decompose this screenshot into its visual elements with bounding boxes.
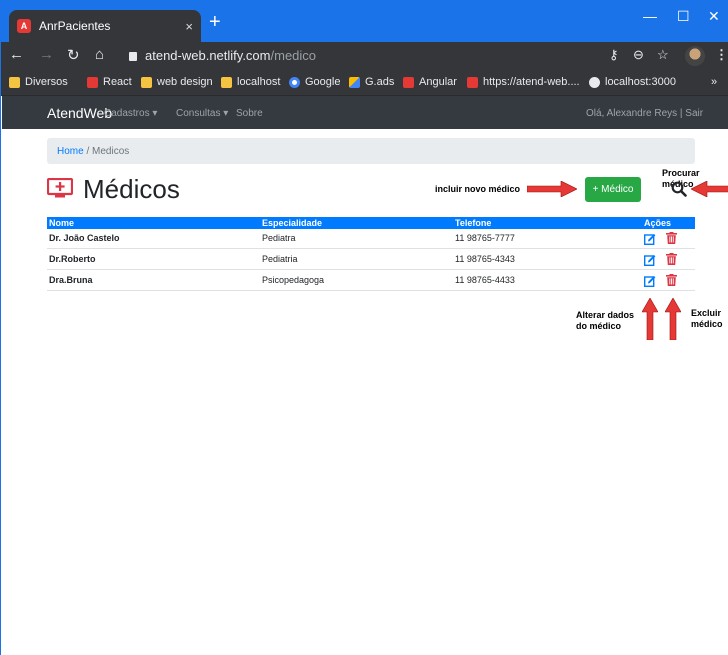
annotation-delete: Excluir médico (691, 308, 723, 329)
cell-telefone: 11 98765-4433 (455, 275, 515, 285)
lock-icon (129, 52, 137, 61)
edit-icon[interactable] (644, 254, 656, 266)
address-bar: ← → ↻ ⌂ atend-web.netlify.com/medico ⚷ ⊖… (1, 42, 728, 70)
bookmarks-bar: Diversos React web design localhost Goog… (1, 70, 728, 96)
angular-icon (467, 76, 478, 88)
bookmark-item[interactable]: React (87, 76, 132, 88)
annotation-add-new: incluir novo médico (435, 184, 521, 194)
nav-cadastros[interactable]: Cadastros ▾ (104, 108, 157, 119)
app-navbar: AtendWeb Cadastros ▾ Consultas ▾ Sobre O… (2, 96, 728, 129)
breadcrumb-separator: / (83, 146, 93, 157)
bookmark-item[interactable]: https://atend-web.... (467, 76, 580, 88)
arrow-right-icon (527, 181, 577, 197)
folder-icon (141, 76, 152, 88)
globe-icon (589, 76, 600, 88)
bookmark-item[interactable]: Diversos (9, 76, 68, 88)
breadcrumb-current: Medicos (92, 146, 130, 157)
annotation-edit: Alterar dados do médico (576, 310, 635, 331)
folder-icon (9, 76, 20, 88)
cell-telefone: 11 98765-4343 (455, 254, 515, 264)
tab-close-icon[interactable]: × (185, 19, 193, 34)
cell-nome: Dr.Roberto (49, 254, 96, 264)
bookmark-item[interactable]: G.ads (349, 76, 394, 88)
add-medico-button[interactable]: + Médico (585, 177, 641, 202)
cell-nome: Dr. João Castelo (49, 233, 120, 243)
angular-icon (403, 76, 414, 88)
bookmark-item[interactable]: localhost:3000 (589, 76, 676, 88)
menu-icon[interactable]: ⋮ (715, 47, 728, 63)
url-host: atend-web.netlify.com (145, 48, 271, 63)
close-window-icon[interactable]: ✕ (708, 8, 720, 25)
profile-avatar[interactable] (685, 46, 705, 66)
back-icon[interactable]: ← (9, 46, 24, 63)
arrow-up-icon (665, 298, 681, 340)
breadcrumb: Home / Medicos (47, 138, 695, 164)
bookmarks-more-icon[interactable]: » (711, 76, 717, 88)
forward-icon[interactable]: → (39, 46, 54, 63)
url-path: /medico (270, 48, 317, 63)
reload-icon[interactable]: ↻ (67, 46, 80, 64)
youtube-icon (87, 76, 98, 88)
table-row: Dr.Roberto Pediatria 11 98765-4343 (47, 250, 695, 270)
edit-icon[interactable] (644, 275, 656, 287)
trash-icon[interactable] (666, 253, 677, 265)
tab-title: AnrPacientes (39, 19, 111, 33)
home-icon[interactable]: ⌂ (95, 46, 104, 63)
minimize-icon[interactable]: — (643, 8, 657, 24)
table-header: Nome Especialidade Telefone Ações (47, 217, 695, 229)
cell-especialidade: Pediatria (262, 254, 298, 264)
angular-favicon-icon: A (17, 19, 31, 33)
zoom-icon[interactable]: ⊖ (633, 47, 644, 63)
key-icon[interactable]: ⚷ (609, 47, 619, 63)
monitor-icon (47, 178, 73, 198)
trash-icon[interactable] (666, 232, 677, 244)
col-telefone: Telefone (455, 218, 492, 228)
nav-sobre[interactable]: Sobre (236, 108, 263, 119)
breadcrumb-home[interactable]: Home (57, 146, 84, 157)
table-row: Dra.Bruna Psicopedagoga 11 98765-4433 (47, 271, 695, 291)
col-especialidade: Especialidade (262, 218, 323, 228)
cell-especialidade: Pediatra (262, 233, 296, 243)
table-row: Dr. João Castelo Pediatra 11 98765-7777 (47, 229, 695, 249)
edit-icon[interactable] (644, 233, 656, 245)
user-greeting[interactable]: Olá, Alexandre Reys | Sair (586, 108, 703, 119)
maximize-icon[interactable]: ☐ (677, 8, 690, 25)
google-ads-icon (349, 76, 360, 88)
cell-especialidade: Psicopedagoga (262, 275, 325, 285)
bookmark-item[interactable]: Angular (403, 76, 457, 88)
new-tab-button[interactable]: + (209, 12, 221, 32)
bookmark-item[interactable]: localhost (221, 76, 280, 88)
browser-window: A AnrPacientes × + — ☐ ✕ ← → ↻ ⌂ atend-w… (0, 0, 728, 655)
cell-telefone: 11 98765-7777 (455, 233, 515, 243)
nav-consultas[interactable]: Consultas ▾ (176, 108, 228, 119)
bookmark-item[interactable]: Google (289, 76, 340, 88)
page-title: Médicos (83, 174, 180, 204)
cell-nome: Dra.Bruna (49, 275, 93, 285)
col-acoes: Ações (644, 218, 672, 228)
search-icon[interactable] (671, 181, 687, 197)
star-icon[interactable]: ☆ (657, 47, 669, 63)
col-nome: Nome (49, 218, 75, 228)
bookmark-item[interactable]: web design (141, 76, 213, 88)
arrow-left-icon (691, 181, 728, 197)
trash-icon[interactable] (666, 274, 677, 286)
google-icon (289, 76, 300, 88)
browser-tab[interactable]: A AnrPacientes × (9, 10, 201, 42)
arrow-up-icon (642, 298, 658, 340)
app-brand[interactable]: AtendWeb (47, 105, 112, 121)
url-field[interactable]: atend-web.netlify.com/medico (129, 48, 316, 63)
folder-icon (221, 76, 232, 88)
title-bar: A AnrPacientes × + — ☐ ✕ (1, 0, 728, 42)
